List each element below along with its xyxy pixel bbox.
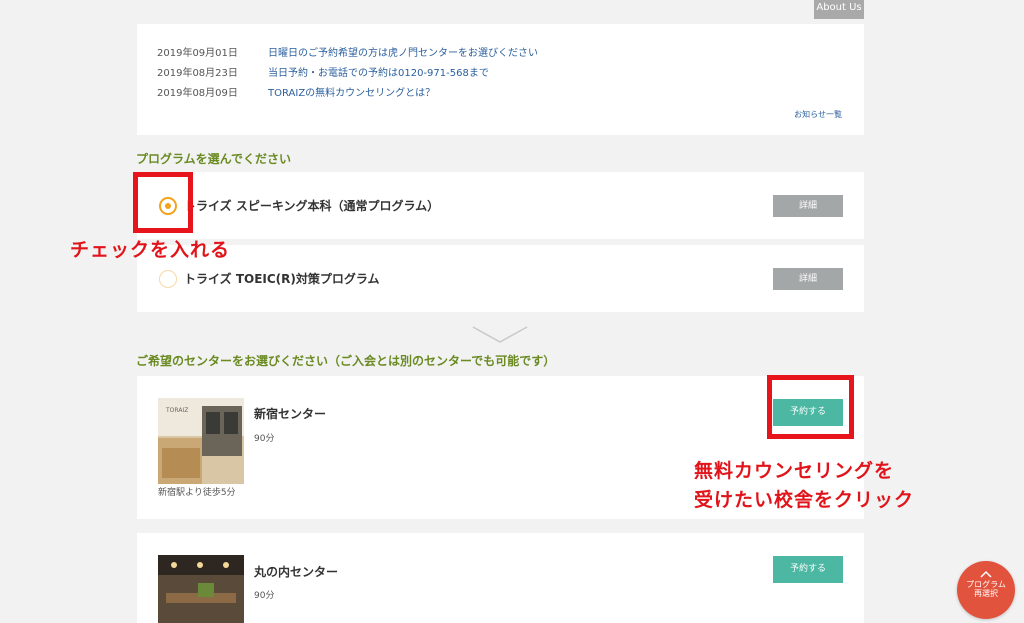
program-radio-unselected[interactable] bbox=[159, 270, 177, 288]
program-option-toeic[interactable]: トライズ TOEIC(R)対策プログラム 詳細 bbox=[137, 245, 864, 312]
chevron-down-icon bbox=[472, 326, 528, 343]
center-card-marunouchi: 丸の内センター 90分 予約する bbox=[137, 533, 864, 623]
center-photo bbox=[158, 555, 244, 623]
news-date: 2019年08月09日 bbox=[157, 88, 238, 99]
news-item[interactable]: 2019年08月23日 当日予約・お電話での予約は0120-971-568まで bbox=[157, 64, 489, 79]
annotation-click-line2: 受けたい校舎をクリック bbox=[694, 489, 915, 511]
center-duration: 90分 bbox=[254, 434, 275, 444]
annotation-click-line1: 無料カウンセリングを bbox=[694, 460, 895, 482]
program-section-title: プログラムを選んでください bbox=[136, 152, 292, 166]
news-item[interactable]: 2019年09月01日 日曜日のご予約希望の方は虎ノ門センターをお選びください bbox=[157, 44, 538, 59]
book-button[interactable]: 予約する bbox=[773, 556, 843, 583]
news-panel: 2019年09月01日 日曜日のご予約希望の方は虎ノ門センターをお選びください … bbox=[137, 24, 864, 135]
annotation-click: 無料カウンセリングを 受けたい校舎をクリック bbox=[694, 457, 914, 515]
center-name: 新宿センター bbox=[254, 407, 327, 421]
svg-text:TORAIZ: TORAIZ bbox=[165, 407, 188, 414]
highlight-radio-box bbox=[133, 172, 193, 233]
center-name: 丸の内センター bbox=[254, 565, 339, 579]
annotation-check: チェックを入れる bbox=[70, 239, 231, 261]
program-label: トライズ スピーキング本科（通常プログラム） bbox=[184, 199, 440, 213]
news-date: 2019年08月23日 bbox=[157, 68, 238, 79]
fab-label-line2: 再選択 bbox=[974, 589, 998, 598]
highlight-book-button-box bbox=[767, 375, 854, 439]
program-option-speaking[interactable]: トライズ スピーキング本科（通常プログラム） 詳細 bbox=[137, 172, 864, 239]
about-us-tab[interactable]: About Us bbox=[814, 0, 864, 19]
program-label: トライズ TOEIC(R)対策プログラム bbox=[184, 272, 380, 286]
news-link[interactable]: TORAIZの無料カウンセリングとは？ bbox=[268, 84, 435, 99]
news-link[interactable]: 当日予約・お電話での予約は0120-971-568まで bbox=[268, 64, 489, 79]
center-duration: 90分 bbox=[254, 591, 275, 601]
detail-button[interactable]: 詳細 bbox=[773, 195, 843, 217]
chevron-up-icon bbox=[980, 570, 992, 578]
news-more-link[interactable]: お知らせ一覧 bbox=[794, 109, 842, 120]
center-section-title: ご希望のセンターをお選びください（ご入会とは別のセンターでも可能です） bbox=[136, 354, 556, 368]
news-link[interactable]: 日曜日のご予約希望の方は虎ノ門センターをお選びください bbox=[268, 44, 538, 59]
fab-label-line1: プログラム bbox=[966, 580, 1006, 589]
news-item[interactable]: 2019年08月09日 TORAIZの無料カウンセリングとは？ bbox=[157, 84, 435, 99]
reselect-program-button[interactable]: プログラム 再選択 bbox=[957, 561, 1015, 619]
center-access-note: 新宿駅より徒歩5分 bbox=[158, 488, 236, 498]
center-photo: TORAIZ bbox=[158, 398, 244, 484]
news-date: 2019年09月01日 bbox=[157, 48, 238, 59]
detail-button[interactable]: 詳細 bbox=[773, 268, 843, 290]
